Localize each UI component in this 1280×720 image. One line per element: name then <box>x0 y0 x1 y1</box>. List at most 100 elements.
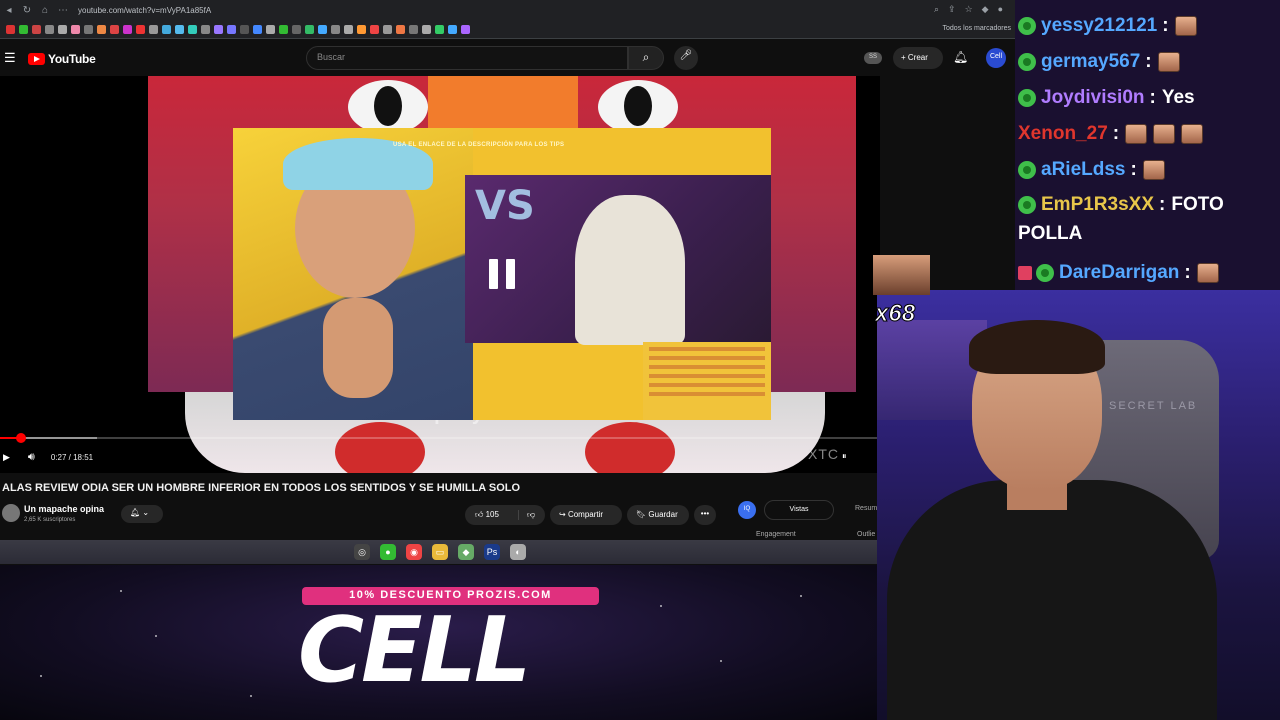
video-player[interactable]: Turn the party over XTC USA EL ENLACE DE… <box>0 76 880 473</box>
url-text[interactable]: youtube.com/watch?v=mVyPA1a85fA <box>78 6 211 15</box>
folder-icon[interactable]: ▭ <box>432 544 448 560</box>
bookmark-icon[interactable] <box>409 24 418 34</box>
engagement-label: Engagement <box>756 531 796 538</box>
extension-icon[interactable]: ◆ <box>982 4 989 15</box>
bookmark-icon[interactable] <box>357 24 366 34</box>
bell-icon: 🔔︎ <box>130 508 141 517</box>
voice-search-button[interactable]: 🎤︎ <box>674 46 698 70</box>
taskbar-app-icon[interactable]: ◆ <box>458 544 474 560</box>
share-page-icon[interactable]: ⇪ <box>948 4 956 15</box>
bookmark-icon[interactable] <box>422 24 431 34</box>
extension-badge[interactable]: IQ <box>738 501 756 519</box>
more-actions-button[interactable]: ••• <box>694 505 716 525</box>
play-icon[interactable]: ▶ <box>3 452 10 463</box>
bookmark-icon[interactable] <box>19 24 28 34</box>
bookmark-icon[interactable] <box>461 24 470 34</box>
subscription-bell-button[interactable]: 🔔︎ ⌄ <box>121 505 163 523</box>
bookmark-icon[interactable] <box>266 24 275 34</box>
ss-badge[interactable]: SS <box>864 52 882 64</box>
all-bookmarks-label[interactable]: Todos los marcadores <box>943 25 1011 32</box>
bookmark-star-icon[interactable]: ☆ <box>965 4 973 15</box>
volume-icon[interactable]: 🔊︎ <box>28 451 35 464</box>
notifications-bell-icon[interactable]: 🔔︎ <box>953 50 968 64</box>
autoplay-toggle-icon[interactable]: ⏸ <box>842 451 847 462</box>
chat-username: EmP1R3sXX <box>1041 194 1155 215</box>
dislike-button[interactable]: 👎︎ <box>519 510 535 520</box>
bookmark-icon[interactable] <box>32 24 41 34</box>
bookmark-icon[interactable] <box>305 24 314 34</box>
stream-screen: ◂ ↻ ⌂ ⋯ youtube.com/watch?v=mVyPA1a85fA … <box>0 0 1280 720</box>
channel-avatar[interactable] <box>2 504 20 522</box>
bookmark-icon[interactable] <box>214 24 223 34</box>
bookmark-icon[interactable] <box>448 24 457 34</box>
bookmark-icon[interactable] <box>123 24 132 34</box>
bookmark-icon[interactable] <box>71 24 80 34</box>
bookmark-icon[interactable] <box>383 24 392 34</box>
bookmark-icon[interactable] <box>240 24 249 34</box>
profile-icon[interactable]: ● <box>998 4 1003 15</box>
bookmark-icon[interactable] <box>279 24 288 34</box>
search-input[interactable]: Buscar <box>306 46 628 70</box>
like-button[interactable]: 👍︎ 105 <box>465 510 519 520</box>
account-avatar[interactable]: Cell <box>986 48 1006 68</box>
bookmark-icon[interactable] <box>292 24 301 34</box>
menu-icon[interactable]: ☰ <box>4 50 16 66</box>
bookmark-icon[interactable] <box>370 24 379 34</box>
scene-shape <box>428 76 578 136</box>
chat-message: Joydivisi0n : Yes <box>1018 87 1195 109</box>
zoom-icon[interactable]: ⌕ <box>934 4 939 15</box>
bookmark-icon[interactable] <box>149 24 158 34</box>
like-dislike-group: 👍︎ 105 👎︎ <box>465 505 545 525</box>
pause-icon[interactable] <box>487 259 517 289</box>
youtube-logo[interactable]: YouTube <box>28 52 96 66</box>
browser-window: ◂ ↻ ⌂ ⋯ youtube.com/watch?v=mVyPA1a85fA … <box>0 0 1015 565</box>
video-title: ALAS REVIEW ODIA SER UN HOMBRE INFERIOR … <box>2 482 521 494</box>
save-button[interactable]: 🔖︎ Guardar <box>627 505 689 525</box>
search-button[interactable]: ⌕ <box>628 46 664 70</box>
share-button[interactable]: ↪ Compartir <box>550 505 622 525</box>
reload-icon[interactable]: ↻ <box>18 5 36 16</box>
bookmark-icon[interactable] <box>162 24 171 34</box>
bookmark-icon[interactable] <box>396 24 405 34</box>
chat-message: aRieLdss : <box>1018 159 1171 181</box>
bookmark-icon[interactable] <box>435 24 444 34</box>
home-icon[interactable]: ⌂ <box>36 5 54 16</box>
bookmark-icon[interactable] <box>45 24 54 34</box>
site-info-icon[interactable]: ⋯ <box>54 5 72 16</box>
taskbar: ◎ ● ◉ ▭ ◆ Ps ◐ <box>0 540 880 564</box>
chrome-icon[interactable]: ◉ <box>406 544 422 560</box>
bookmark-icon[interactable] <box>344 24 353 34</box>
bookmark-icon[interactable] <box>175 24 184 34</box>
bookmark-icon[interactable] <box>84 24 93 34</box>
bookmark-icon[interactable] <box>331 24 340 34</box>
taskbar-app-icon[interactable]: ● <box>380 544 396 560</box>
bookmark-icon[interactable] <box>136 24 145 34</box>
create-button[interactable]: + Crear <box>893 47 943 69</box>
streamer-brand: CELL <box>298 598 531 703</box>
bookmark-icon[interactable] <box>110 24 119 34</box>
back-icon[interactable]: ◂ <box>0 5 18 16</box>
chat-message: DareDarrigan : <box>1018 262 1225 284</box>
bookmark-icon[interactable] <box>58 24 67 34</box>
progress-bar[interactable] <box>0 433 880 443</box>
bookmark-icon[interactable] <box>97 24 106 34</box>
emote-icon <box>1181 124 1204 144</box>
save-label: Guardar <box>648 510 678 519</box>
chat-text: FOTO <box>1171 194 1224 215</box>
bookmark-icon[interactable] <box>227 24 236 34</box>
emote-icon <box>1125 124 1148 144</box>
tab-resumen[interactable]: Resum <box>855 505 877 512</box>
taskbar-app-icon[interactable]: ◐ <box>510 544 526 560</box>
bookmark-icon[interactable] <box>253 24 262 34</box>
emote-icon <box>1153 124 1176 144</box>
bookmark-icon[interactable] <box>188 24 197 34</box>
time-display: 0:27 / 18:51 <box>50 452 94 462</box>
bookmark-icon[interactable] <box>6 24 15 34</box>
tab-vistas[interactable]: Vistas <box>764 500 834 520</box>
photoshop-icon[interactable]: Ps <box>484 544 500 560</box>
bookmark-icon[interactable] <box>318 24 327 34</box>
channel-name[interactable]: Un mapache opina <box>24 504 104 514</box>
scrubber-handle[interactable] <box>16 433 27 443</box>
bookmark-icon[interactable] <box>201 24 210 34</box>
taskbar-app-icon[interactable]: ◎ <box>354 544 370 560</box>
